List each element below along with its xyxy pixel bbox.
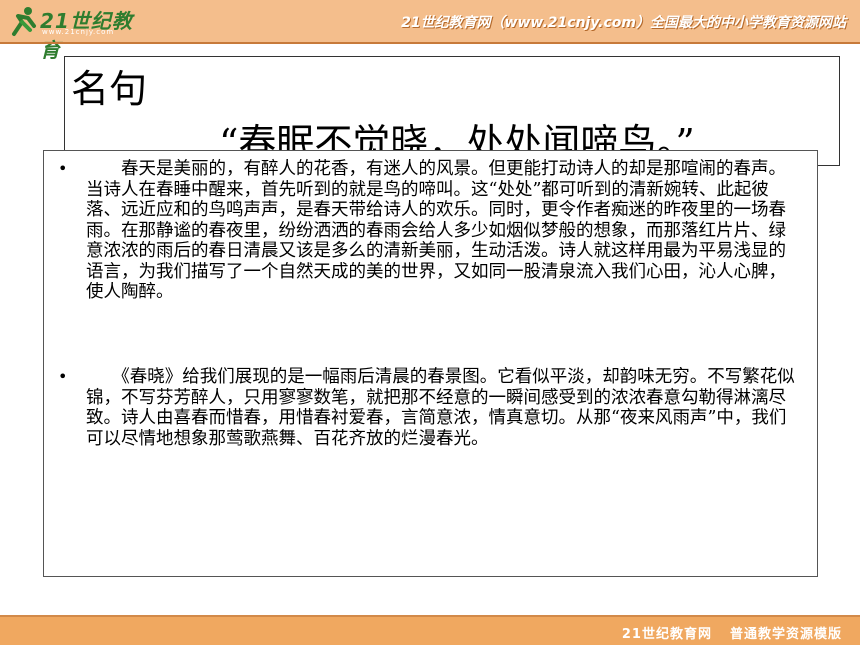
header-bar: 21世纪教育 www.21cnjy.com 21世纪教育网（www.21cnjy…: [0, 0, 860, 62]
header-tagline: 21世纪教育网（www.21cnjy.com）全国最大的中小学教育资源网站: [401, 15, 846, 31]
bullet-icon: •: [58, 159, 68, 178]
header-divider: [0, 42, 860, 44]
footer-label: 普通教学资源模版: [729, 627, 842, 642]
footer-site[interactable]: 21世纪教育网: [622, 627, 712, 642]
paragraph-1: 春天是美丽的，有醉人的花香，有迷人的风景。但更能打动诗人的却是那喧闹的春声。当诗…: [86, 159, 786, 302]
slide-title: 名句: [71, 67, 148, 111]
runner-logo-icon: [12, 7, 36, 36]
logo-url: www.21cnjy.com: [42, 28, 115, 36]
footer-text: 21世纪教育网 普通教学资源模版: [604, 623, 842, 642]
site-logo[interactable]: 21世纪教育 www.21cnjy.com: [6, 4, 146, 62]
footer-bar: 21世纪教育网 普通教学资源模版: [0, 617, 860, 645]
content-box: • 春天是美丽的，有醉人的花香，有迷人的风景。但更能打动诗人的却是那喧闹的春声。…: [43, 150, 818, 577]
paragraph-2: 《春晓》给我们展现的是一幅雨后清晨的春景图。它看似平淡，却韵味无穷。不写繁花似锦…: [86, 367, 795, 449]
bullet-icon: •: [58, 367, 68, 386]
